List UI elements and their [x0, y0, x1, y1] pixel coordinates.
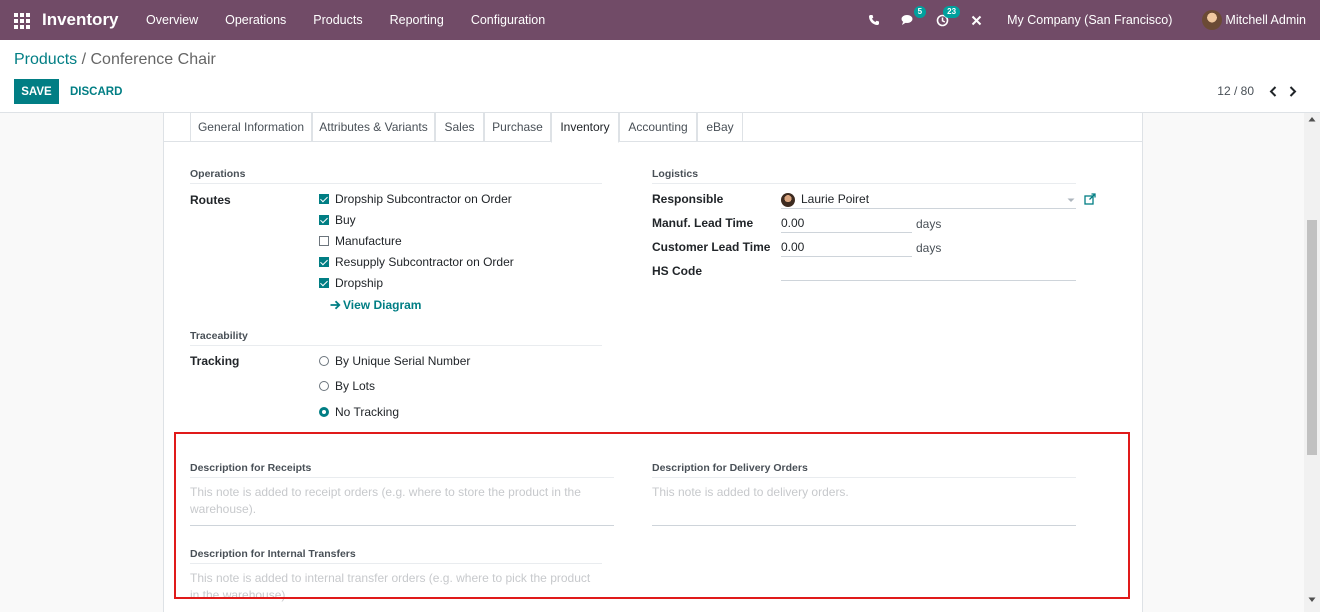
breadcrumb-current: Conference Chair [90, 51, 216, 68]
tab-accounting[interactable]: Accounting [619, 113, 697, 142]
checkbox[interactable] [319, 278, 329, 288]
external-link-icon[interactable] [1084, 193, 1096, 208]
chat-icon[interactable]: 5 [897, 6, 927, 30]
company-switcher[interactable]: My Company (San Francisco) [1007, 13, 1172, 27]
logistics-section-title: Logistics [652, 168, 1076, 184]
responsible-label: Responsible [652, 192, 724, 206]
avatar [781, 192, 795, 207]
tracking-label: Tracking [190, 354, 240, 368]
manuf-lead-time-label: Manuf. Lead Time [652, 216, 754, 230]
scroll-up-arrow[interactable] [1304, 116, 1320, 128]
radio-button[interactable] [319, 356, 329, 366]
tab-general-information[interactable]: General Information [190, 113, 312, 142]
main-menu: Overview Operations Products Reporting C… [133, 0, 559, 40]
phone-icon[interactable] [863, 10, 885, 30]
traceability-section-title: Traceability [190, 330, 602, 346]
pager: 12 / 80 [1217, 84, 1300, 98]
menu-item-products[interactable]: Products [300, 0, 376, 40]
responsible-value: Laurie Poiret [801, 192, 870, 206]
route-dropship[interactable]: Dropship [319, 276, 383, 290]
user-menu[interactable]: Mitchell Admin [1202, 10, 1306, 30]
avatar [1202, 10, 1223, 30]
route-buy[interactable]: Buy [319, 213, 356, 227]
hs-code-label: HS Code [652, 264, 703, 278]
breadcrumb-products[interactable]: Products [14, 51, 77, 68]
tracking-none-option[interactable]: No Tracking [319, 405, 399, 419]
radio-button[interactable] [319, 407, 329, 417]
chevron-right-icon[interactable] [1286, 84, 1300, 98]
user-name: Mitchell Admin [1225, 13, 1306, 27]
top-navbar: Inventory Overview Operations Products R… [0, 0, 1320, 40]
route-label: Dropship Subcontractor on Order [335, 192, 512, 206]
operations-section-title: Operations [190, 168, 602, 184]
scrollbar-thumb[interactable] [1307, 220, 1317, 455]
customer-lead-time-unit: days [916, 241, 942, 255]
scroll-down-arrow[interactable] [1304, 597, 1320, 609]
arrow-right-icon [330, 300, 341, 310]
highlight-annotation-box [174, 432, 1130, 599]
route-label: Resupply Subcontractor on Order [335, 255, 514, 269]
close-icon[interactable] [965, 10, 987, 30]
routes-label: Routes [190, 193, 231, 207]
customer-lead-time-label: Customer Lead Time [652, 240, 771, 254]
activity-badge: 23 [943, 6, 961, 18]
vertical-scrollbar[interactable] [1304, 113, 1320, 612]
customer-lead-time-field[interactable]: 0.00 [781, 239, 912, 257]
tracking-option-label: By Unique Serial Number [335, 354, 471, 368]
app-name[interactable]: Inventory [42, 10, 119, 30]
menu-item-configuration[interactable]: Configuration [457, 0, 558, 40]
tracking-lots-option[interactable]: By Lots [319, 379, 375, 393]
checkbox[interactable] [319, 236, 329, 246]
caret-down-icon[interactable] [1067, 198, 1075, 203]
view-diagram-link[interactable]: View Diagram [330, 298, 421, 312]
checkbox[interactable] [319, 257, 329, 267]
route-label: Dropship [335, 276, 384, 290]
notebook-tabs: General Information Attributes & Variant… [164, 113, 1142, 143]
navbar-systray: 5 23 My Company (San Francisco) Mitchell… [857, 0, 1320, 40]
hs-code-field[interactable] [781, 263, 1076, 281]
menu-item-reporting[interactable]: Reporting [376, 0, 457, 40]
view-diagram-label: View Diagram [343, 298, 422, 312]
manuf-lead-time-field[interactable]: 0.00 [781, 215, 912, 233]
breadcrumb: Products / Conference Chair [14, 51, 216, 69]
tab-inventory[interactable]: Inventory [551, 113, 619, 143]
menu-item-operations[interactable]: Operations [212, 0, 300, 40]
route-label: Buy [335, 213, 356, 227]
route-manufacture[interactable]: Manufacture [319, 234, 402, 248]
tab-attributes-variants[interactable]: Attributes & Variants [312, 113, 435, 142]
manuf-lead-time-unit: days [916, 217, 942, 231]
tab-sales[interactable]: Sales [435, 113, 484, 142]
route-resupply-subcontractor[interactable]: Resupply Subcontractor on Order [319, 255, 514, 269]
checkbox[interactable] [319, 215, 329, 225]
control-panel: Products / Conference Chair SAVE DISCARD… [0, 40, 1320, 113]
tracking-serial-option[interactable]: By Unique Serial Number [319, 354, 470, 368]
tracking-option-label: No Tracking [335, 405, 400, 419]
checkbox[interactable] [319, 194, 329, 204]
chat-badge: 5 [913, 6, 927, 18]
chevron-left-icon[interactable] [1266, 84, 1280, 98]
route-label: Manufacture [335, 234, 402, 248]
apps-grid-icon[interactable] [14, 13, 30, 29]
tab-purchase[interactable]: Purchase [484, 113, 551, 142]
route-dropship-subcontractor[interactable]: Dropship Subcontractor on Order [319, 192, 512, 206]
pager-value[interactable]: 12 / 80 [1217, 84, 1254, 98]
responsible-field[interactable]: Laurie Poiret [781, 191, 1076, 209]
save-button[interactable]: SAVE [14, 79, 59, 104]
menu-item-overview[interactable]: Overview [133, 0, 212, 40]
tab-ebay[interactable]: eBay [697, 113, 743, 142]
radio-button[interactable] [319, 381, 329, 391]
tracking-option-label: By Lots [335, 379, 376, 393]
discard-button[interactable]: DISCARD [70, 79, 122, 104]
breadcrumb-separator: / [77, 51, 91, 68]
clock-icon[interactable]: 23 [931, 6, 961, 30]
